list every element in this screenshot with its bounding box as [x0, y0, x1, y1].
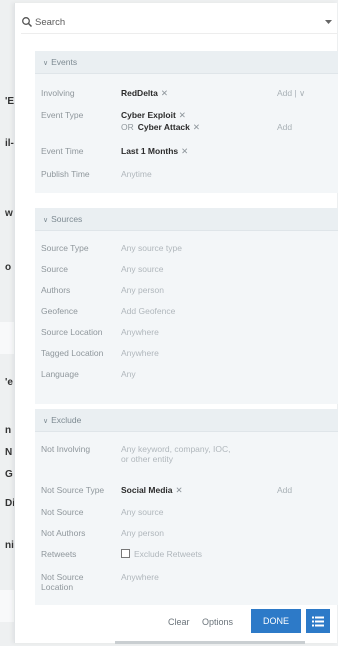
not-source-type-label: Not Source Type: [41, 485, 105, 495]
event-type-add-button[interactable]: Add: [277, 122, 292, 132]
source-location-input[interactable]: Anywhere: [121, 327, 159, 337]
event-type-value-1-text: Cyber Exploit: [121, 110, 176, 120]
event-type-label: Event Type: [41, 110, 84, 120]
search-icon: [22, 17, 33, 28]
options-button[interactable]: Options: [202, 617, 233, 627]
authors-input[interactable]: Any person: [121, 285, 164, 295]
event-type-value-2-text: Cyber Attack: [137, 122, 190, 132]
chevron-down-icon: ∨: [43, 418, 49, 425]
close-icon[interactable]: ✕: [179, 110, 186, 120]
events-section-header[interactable]: ∨ Events: [35, 51, 338, 74]
retweets-label: Retweets: [41, 549, 77, 559]
close-icon[interactable]: ✕: [161, 88, 168, 98]
not-source-location-label-line1: Not Source: [41, 572, 84, 582]
source-type-label: Source Type: [41, 243, 89, 253]
authors-label: Authors: [41, 285, 71, 295]
list-view-button[interactable]: [306, 609, 330, 633]
not-source-label: Not Source: [41, 507, 84, 517]
not-involving-placeholder-line1: Any keyword, company, IOC,: [121, 444, 231, 454]
close-icon[interactable]: ✕: [193, 122, 200, 132]
background-row: [0, 590, 14, 622]
event-time-value[interactable]: Last 1 Months ✕: [121, 146, 188, 157]
geofence-input[interactable]: Add Geofence: [121, 306, 175, 316]
involving-value[interactable]: RedDelta ✕: [121, 88, 168, 99]
involving-add-button[interactable]: Add | ∨: [277, 88, 305, 99]
list-icon: [312, 616, 324, 626]
not-involving-label: Not Involving: [41, 444, 91, 454]
exclude-header-label: Exclude: [51, 415, 82, 425]
chevron-down-icon[interactable]: [324, 17, 333, 26]
not-source-location-label-line2: Location: [41, 582, 74, 592]
search-placeholder[interactable]: Search: [35, 17, 65, 28]
close-icon[interactable]: ✕: [181, 146, 188, 156]
query-builder-panel: Search ∨ Events Involving RedDelta ✕ Add |…: [14, 3, 338, 643]
clear-button[interactable]: Clear: [168, 617, 190, 627]
source-type-input[interactable]: Any source type: [121, 243, 182, 253]
exclude-retweets-label: Exclude Retweets: [134, 549, 203, 559]
sources-header-label: Sources: [51, 214, 83, 224]
background-text: 'e: [5, 377, 13, 388]
background-text: w: [5, 208, 13, 219]
geofence-label: Geofence: [41, 306, 78, 316]
not-involving-placeholder-line2: or other entity: [121, 454, 173, 464]
publish-time-input[interactable]: Anytime: [121, 169, 152, 179]
events-section: ∨ Events Involving RedDelta ✕ Add | ∨ Even…: [35, 51, 338, 193]
sources-section-header[interactable]: ∨ Sources: [35, 208, 338, 231]
publish-time-label: Publish Time: [41, 169, 90, 179]
not-source-location-label: Not Source Location: [41, 572, 84, 592]
background-text: n: [5, 425, 12, 436]
not-authors-input[interactable]: Any person: [121, 528, 164, 538]
source-input[interactable]: Any source: [121, 264, 164, 274]
not-authors-label: Not Authors: [41, 528, 86, 538]
close-icon[interactable]: ✕: [176, 485, 183, 495]
exclude-section-header[interactable]: ∨ Exclude: [35, 409, 338, 432]
search-bar[interactable]: Search: [21, 11, 337, 34]
involving-label: Involving: [41, 88, 75, 98]
event-time-value-text: Last 1 Months: [121, 146, 179, 156]
tagged-location-label: Tagged Location: [41, 348, 104, 358]
involving-value-text: RedDelta: [121, 88, 158, 98]
not-source-type-value[interactable]: Social Media ✕: [121, 485, 183, 496]
exclude-section: ∨ Exclude Not Involving Any keyword, comp…: [35, 409, 338, 605]
not-source-input[interactable]: Any source: [121, 507, 164, 517]
event-type-value-2[interactable]: OR Cyber Attack ✕: [121, 122, 200, 133]
event-type-value-1[interactable]: Cyber Exploit ✕: [121, 110, 186, 121]
background-text: o: [5, 262, 12, 273]
language-label: Language: [41, 369, 79, 379]
background-text: ni: [5, 540, 14, 551]
checkbox-icon[interactable]: [121, 549, 130, 558]
not-source-type-add-button[interactable]: Add: [277, 485, 292, 495]
sources-section: ∨ Sources Source Type Any source type Sou…: [35, 208, 338, 404]
events-header-label: Events: [51, 57, 78, 67]
panel-footer: Clear Options DONE: [15, 607, 337, 637]
done-button[interactable]: DONE: [251, 609, 301, 633]
not-source-location-input[interactable]: Anywhere: [121, 572, 159, 582]
exclude-retweets-checkbox[interactable]: Exclude Retweets: [121, 549, 202, 559]
chevron-down-icon: ∨: [43, 217, 49, 224]
source-location-label: Source Location: [41, 327, 103, 337]
background-strip: [115, 641, 305, 644]
not-involving-input[interactable]: Any keyword, company, IOC, or other entit…: [121, 444, 230, 464]
tagged-location-input[interactable]: Anywhere: [121, 348, 159, 358]
background-text: 'E: [5, 96, 15, 107]
background-text: G: [5, 469, 13, 480]
or-label: OR: [121, 122, 134, 132]
background-text: il-: [5, 138, 14, 149]
not-source-type-value-text: Social Media: [121, 485, 173, 495]
source-label: Source: [41, 264, 68, 274]
event-time-label: Event Time: [41, 146, 84, 156]
background-text: N: [5, 447, 13, 458]
language-input[interactable]: Any: [121, 369, 136, 379]
chevron-down-icon: ∨: [43, 60, 49, 67]
background-row: [0, 322, 14, 354]
